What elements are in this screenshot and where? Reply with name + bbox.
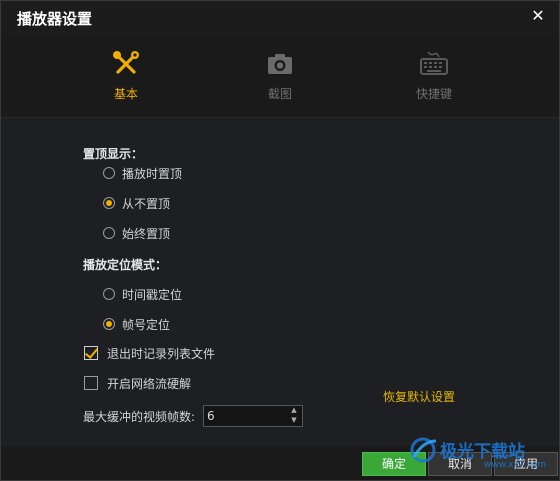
settings-dialog: 播放器设置 ✕ 基本 截图 快捷键 置顶显示： 播放时置顶 从不置顶 始终置顶 …: [0, 0, 560, 481]
tab-screenshot[interactable]: 截图: [230, 45, 330, 115]
tab-screenshot-label: 截图: [267, 87, 292, 101]
tab-hotkeys-label: 快捷键: [415, 87, 452, 101]
radio-label: 播放时置顶: [122, 167, 183, 181]
checkbox[interactable]: [84, 376, 98, 390]
tab-basic-label: 基本: [113, 87, 138, 101]
buffer-frames-label: 最大缓冲的视频帧数:: [83, 410, 196, 424]
checkbox[interactable]: [84, 346, 98, 360]
radio-button[interactable]: [103, 167, 115, 179]
seek-section-title: 播放定位模式：: [83, 258, 168, 272]
basic-settings-panel: 置顶显示： 播放时置顶 从不置顶 始终置顶 播放定位模式： 时间戳定位 帧号定位…: [1, 117, 559, 446]
radio-label: 帧号定位: [122, 318, 171, 332]
buffer-frames-input[interactable]: [207, 407, 287, 425]
keyboard-icon: [420, 51, 448, 75]
radio-button[interactable]: [103, 227, 115, 239]
radio-button[interactable]: [103, 318, 115, 330]
spin-up-icon[interactable]: ▲: [288, 406, 300, 415]
radio-label: 时间戳定位: [122, 288, 183, 302]
restore-defaults-link[interactable]: 恢复默认设置: [383, 388, 455, 405]
radio-button[interactable]: [103, 197, 115, 209]
spin-down-icon[interactable]: ▼: [288, 416, 300, 425]
buffer-frames-spinbox[interactable]: ▲ ▼: [203, 405, 303, 427]
dialog-title: 播放器设置: [17, 10, 93, 28]
checkbox-label: 退出时记录列表文件: [107, 347, 216, 361]
tools-icon: [113, 51, 139, 74]
pin-section-title: 置顶显示：: [83, 147, 144, 161]
watermark-text: 极光下载站: [440, 442, 525, 462]
camera-icon: [268, 54, 292, 74]
site-watermark: 极光下载站 www.xz7.com: [406, 433, 556, 473]
close-icon[interactable]: ✕: [529, 7, 547, 25]
radio-label: 始终置顶: [122, 227, 171, 241]
checkbox-label: 开启网络流硬解: [107, 377, 192, 391]
watermark-url: www.xz7.com: [484, 460, 546, 470]
title-bar: 播放器设置 ✕: [1, 1, 559, 35]
watermark-logo-icon: [410, 437, 437, 463]
tab-hotkeys[interactable]: 快捷键: [384, 45, 484, 115]
radio-label: 从不置顶: [122, 197, 171, 211]
tab-bar: 基本 截图 快捷键: [1, 35, 559, 117]
tab-basic[interactable]: 基本: [76, 45, 176, 115]
radio-button[interactable]: [103, 288, 115, 300]
